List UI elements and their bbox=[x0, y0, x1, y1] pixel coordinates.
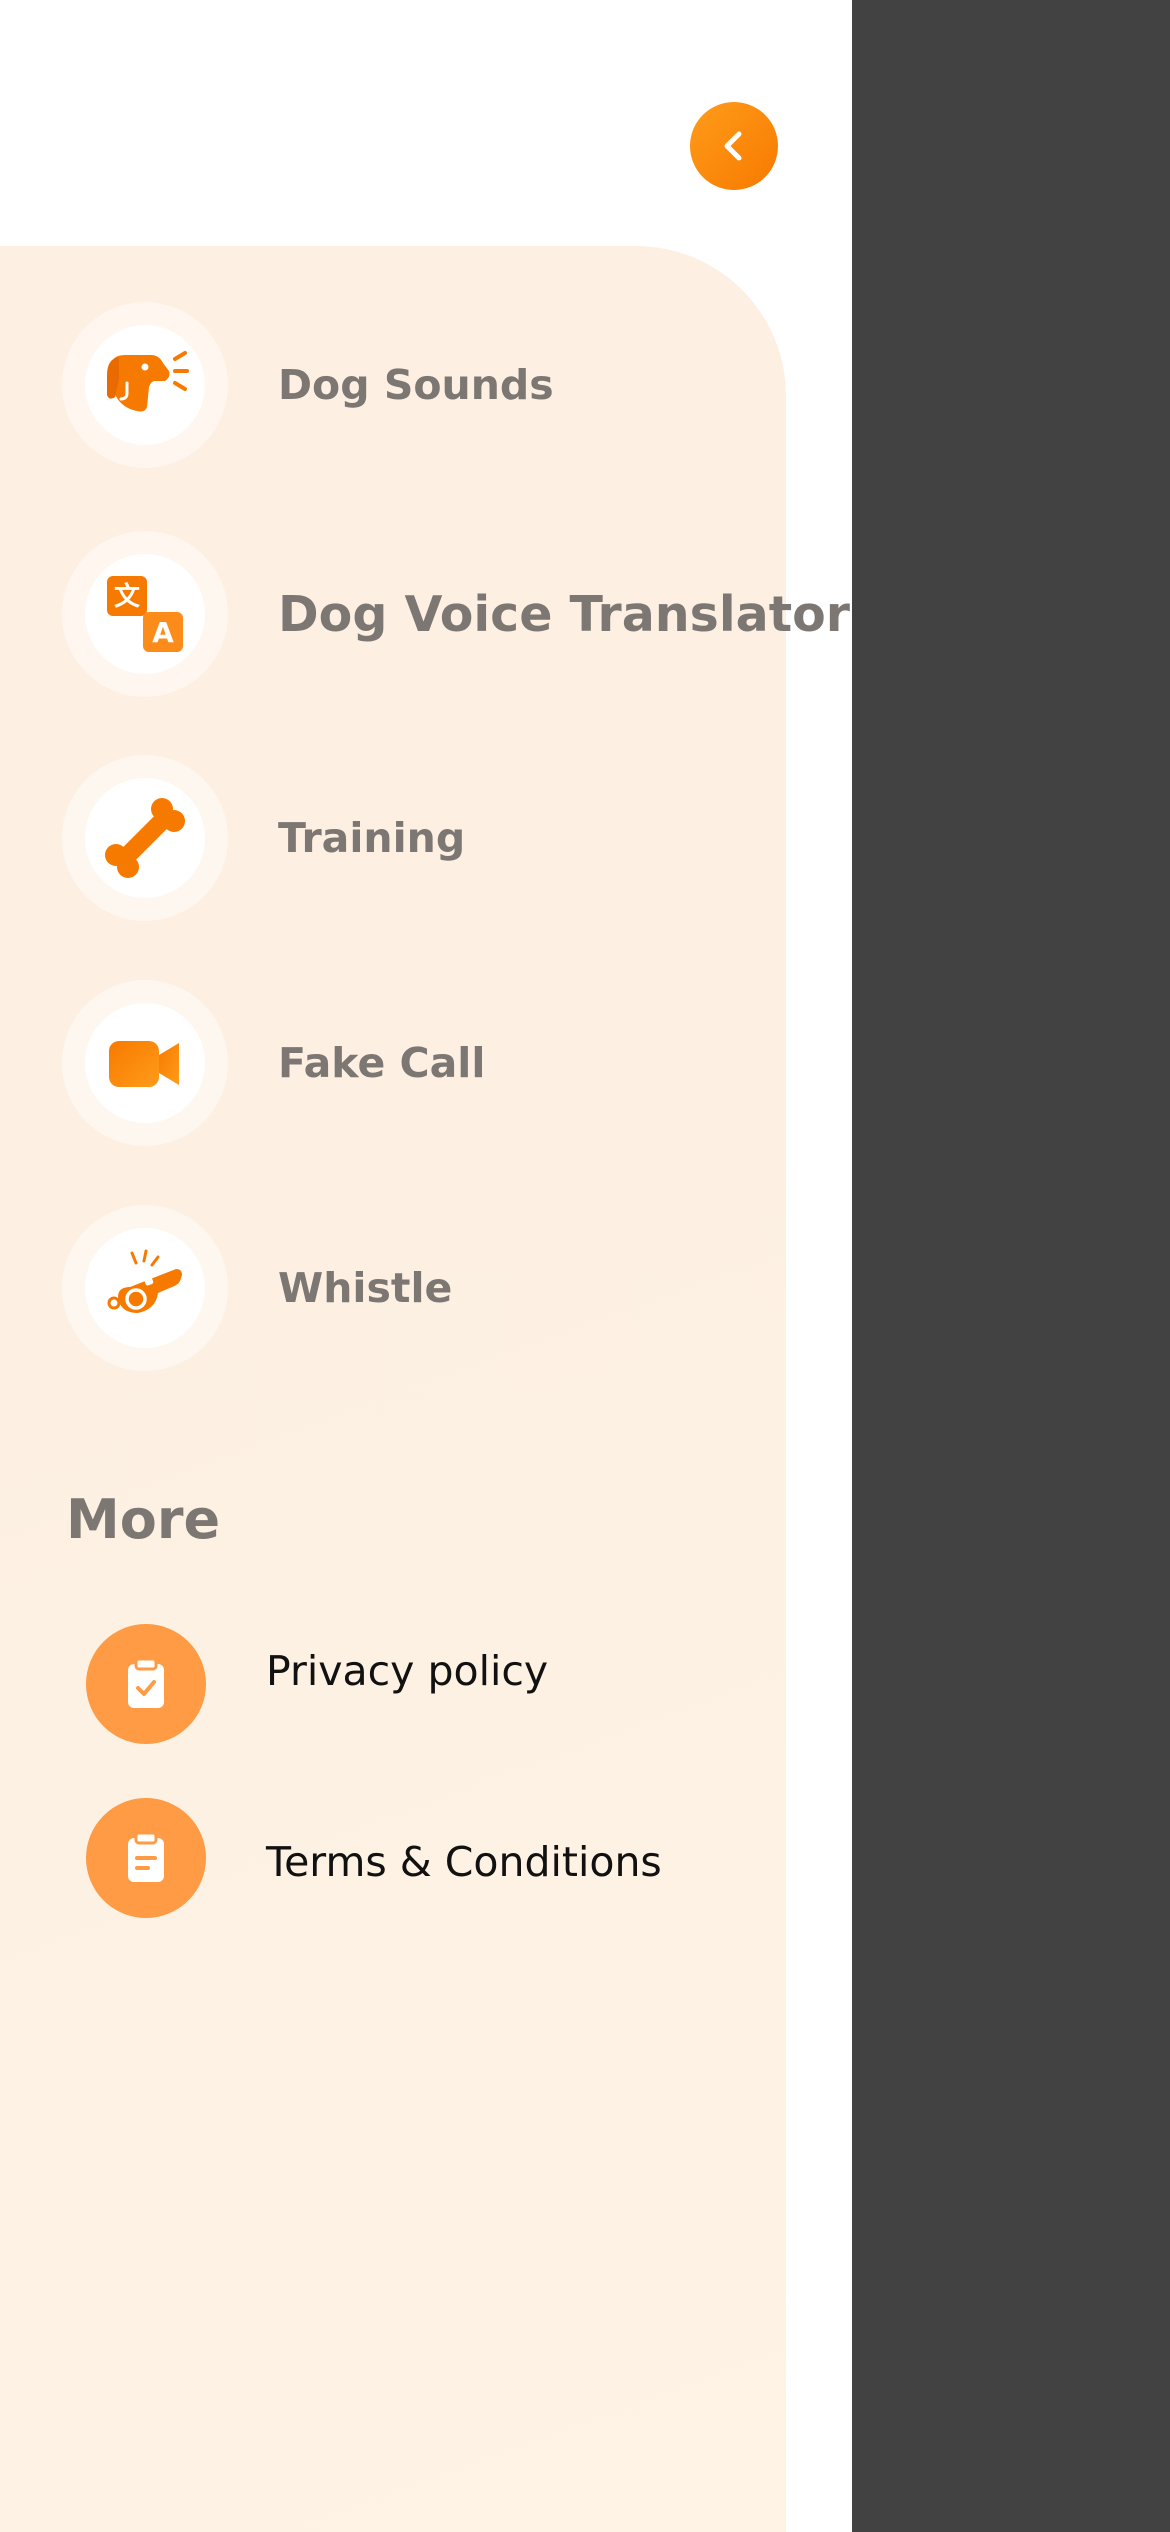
icon-halo: 文 A bbox=[62, 531, 228, 697]
icon-circle bbox=[85, 778, 205, 898]
menu-item-training[interactable]: Training bbox=[62, 753, 762, 923]
menu-item-fake-call[interactable]: Fake Call bbox=[62, 978, 762, 1148]
icon-circle bbox=[86, 1624, 206, 1744]
svg-text:文: 文 bbox=[114, 581, 141, 612]
privacy-policy-label: Privacy policy bbox=[266, 1647, 549, 1695]
icon-circle bbox=[85, 1228, 205, 1348]
icon-circle bbox=[85, 325, 205, 445]
clipboard-check-icon bbox=[128, 1657, 164, 1708]
icon-halo bbox=[62, 980, 228, 1146]
menu-item-whistle[interactable]: Whistle bbox=[62, 1203, 762, 1373]
video-camera-icon bbox=[109, 1041, 179, 1087]
icon-halo bbox=[62, 755, 228, 921]
chevron-left-icon bbox=[724, 131, 742, 161]
icon-circle bbox=[86, 1798, 206, 1918]
menu-item-label: Dog Sounds bbox=[278, 361, 554, 409]
terms-conditions-link[interactable]: Terms & Conditions bbox=[86, 1797, 766, 1919]
clipboard-text-icon bbox=[128, 1831, 164, 1882]
menu-item-dog-voice-translator[interactable]: 文 A Dog Voice Translator bbox=[62, 529, 850, 699]
more-section-title: More bbox=[66, 1488, 221, 1551]
drawer-panel: Dog Sounds 文 A Dog Voice Translator Trai… bbox=[0, 246, 850, 2532]
terms-conditions-label: Terms & Conditions bbox=[266, 1838, 662, 1886]
whistle-icon bbox=[107, 1249, 182, 1313]
dog-barking-icon bbox=[107, 351, 189, 412]
navigation-drawer: Dog Sounds 文 A Dog Voice Translator Trai… bbox=[0, 0, 852, 2532]
privacy-policy-link[interactable]: Privacy policy bbox=[86, 1623, 766, 1745]
icon-circle: 文 A bbox=[85, 554, 205, 674]
svg-text:A: A bbox=[152, 616, 174, 649]
menu-item-label: Whistle bbox=[278, 1264, 453, 1312]
close-drawer-button[interactable] bbox=[690, 102, 778, 190]
menu-item-label: Fake Call bbox=[278, 1039, 486, 1087]
dim-overlay[interactable] bbox=[852, 0, 1170, 2532]
icon-circle bbox=[85, 1003, 205, 1123]
bone-icon bbox=[105, 798, 185, 878]
icon-halo bbox=[62, 302, 228, 468]
menu-item-dog-sounds[interactable]: Dog Sounds bbox=[62, 300, 762, 470]
menu-item-label: Training bbox=[278, 814, 466, 862]
icon-halo bbox=[62, 1205, 228, 1371]
menu-item-label: Dog Voice Translator bbox=[278, 585, 850, 643]
translate-icon: 文 A bbox=[107, 576, 183, 652]
